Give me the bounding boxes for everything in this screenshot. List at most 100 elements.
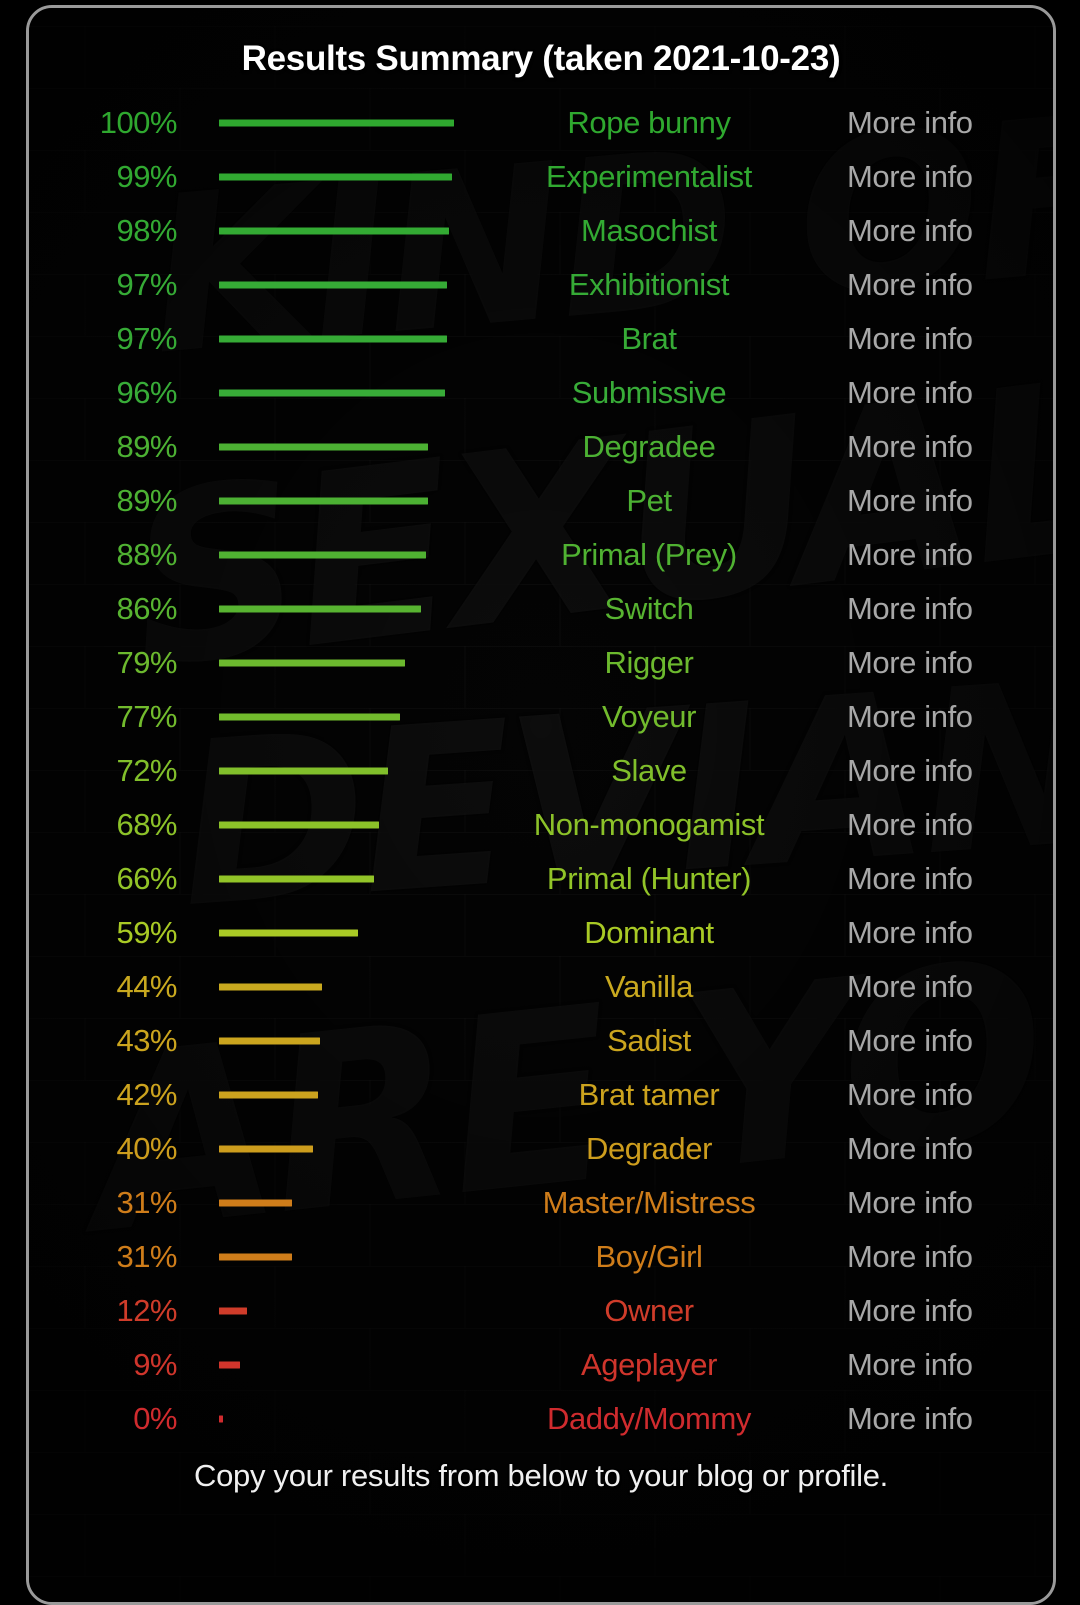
result-bar-fill (219, 929, 358, 937)
more-info-link[interactable]: More info (847, 1077, 1047, 1113)
result-percent: 97% (116, 321, 177, 356)
more-info-link[interactable]: More info (847, 1293, 1047, 1329)
result-percent: 100% (99, 105, 178, 140)
result-percent: 66% (116, 861, 177, 896)
result-percent: 68% (116, 807, 177, 842)
result-label: Brat tamer (578, 1077, 720, 1112)
result-bar-track (219, 1091, 454, 1099)
more-info-link[interactable]: More info (847, 807, 1047, 843)
result-percent: 42% (116, 1077, 177, 1112)
result-bar-fill (219, 983, 322, 991)
result-label: Slave (611, 753, 687, 788)
result-row: 88% Primal (Prey) More info (29, 528, 1053, 582)
result-bar-fill (219, 335, 447, 343)
result-bar-track (219, 173, 454, 181)
result-bar-fill (219, 1037, 320, 1045)
result-bar-track (219, 551, 454, 559)
result-row: 89% Degradee More info (29, 420, 1053, 474)
result-bar-fill (219, 1253, 292, 1261)
result-bar-fill (219, 551, 426, 559)
result-percent: 89% (116, 483, 177, 518)
result-percent: 86% (116, 591, 177, 626)
card-content: Results Summary (taken 2021-10-23) 100% R… (29, 8, 1053, 1494)
result-row: 31% Boy/Girl More info (29, 1230, 1053, 1284)
result-bar-track (219, 335, 454, 343)
result-row: 44% Vanilla More info (29, 960, 1053, 1014)
result-bar-fill (219, 497, 428, 505)
result-bar-fill (219, 1091, 318, 1099)
more-info-link[interactable]: More info (847, 753, 1047, 789)
result-bar-fill (219, 713, 400, 721)
more-info-link[interactable]: More info (847, 375, 1047, 411)
result-bar-track (219, 1199, 454, 1207)
more-info-link[interactable]: More info (847, 1131, 1047, 1167)
more-info-link[interactable]: More info (847, 429, 1047, 465)
result-label: Ageplayer (581, 1347, 717, 1382)
result-row: 97% Exhibitionist More info (29, 258, 1053, 312)
result-percent: 98% (116, 213, 177, 248)
result-bar-track (219, 821, 454, 829)
result-bar-fill (219, 443, 428, 451)
page-title: Results Summary (taken 2021-10-23) (241, 39, 841, 78)
more-info-link[interactable]: More info (847, 483, 1047, 519)
result-bar-track (219, 659, 454, 667)
result-percent: 43% (116, 1023, 177, 1058)
result-label: Degradee (582, 429, 716, 464)
result-bar-track (219, 605, 454, 613)
more-info-link[interactable]: More info (847, 699, 1047, 735)
result-bar-fill (219, 767, 388, 775)
result-row: 12% Owner More info (29, 1284, 1053, 1338)
result-bar-fill (219, 821, 379, 829)
more-info-link[interactable]: More info (847, 861, 1047, 897)
result-bar-track (219, 281, 454, 289)
more-info-link[interactable]: More info (847, 969, 1047, 1005)
result-percent: 31% (116, 1185, 177, 1220)
more-info-link[interactable]: More info (847, 1347, 1047, 1383)
result-percent: 72% (116, 753, 177, 788)
more-info-link[interactable]: More info (847, 105, 1047, 141)
result-row: 31% Master/Mistress More info (29, 1176, 1053, 1230)
result-bar-fill (219, 389, 445, 397)
result-bar-fill (219, 1307, 247, 1315)
result-percent: 44% (116, 969, 177, 1004)
result-row: 68% Non-monogamist More info (29, 798, 1053, 852)
more-info-link[interactable]: More info (847, 645, 1047, 681)
result-label: Primal (Prey) (561, 537, 737, 572)
more-info-link[interactable]: More info (847, 915, 1047, 951)
more-info-link[interactable]: More info (847, 321, 1047, 357)
more-info-link[interactable]: More info (847, 1185, 1047, 1221)
result-label: Rope bunny (567, 105, 731, 140)
result-bar-fill (219, 1145, 313, 1153)
more-info-link[interactable]: More info (847, 159, 1047, 195)
more-info-link[interactable]: More info (847, 213, 1047, 249)
result-label: Daddy/Mommy (546, 1401, 752, 1436)
result-percent: 40% (116, 1131, 177, 1166)
more-info-link[interactable]: More info (847, 537, 1047, 573)
result-label: Boy/Girl (595, 1239, 703, 1274)
result-label: Vanilla (605, 969, 693, 1004)
result-percent: 79% (116, 645, 177, 680)
result-label: Sadist (607, 1023, 691, 1058)
result-percent: 12% (116, 1293, 177, 1328)
result-row: 43% Sadist More info (29, 1014, 1053, 1068)
result-bar-track (219, 983, 454, 991)
more-info-link[interactable]: More info (847, 1401, 1047, 1437)
result-label: Experimentalist (546, 159, 752, 194)
result-bar-fill (219, 281, 447, 289)
result-row: 66% Primal (Hunter) More info (29, 852, 1053, 906)
result-label: Exhibitionist (568, 267, 730, 302)
more-info-link[interactable]: More info (847, 267, 1047, 303)
result-bar-track (219, 389, 454, 397)
more-info-link[interactable]: More info (847, 591, 1047, 627)
result-percent: 99% (116, 159, 177, 194)
more-info-link[interactable]: More info (847, 1023, 1047, 1059)
result-label: Voyeur (601, 699, 697, 734)
result-bar-track (219, 929, 454, 937)
result-bar-fill (219, 173, 452, 181)
result-bar-fill (219, 119, 454, 127)
result-label: Pet (626, 483, 672, 518)
result-label: Owner (604, 1293, 694, 1328)
more-info-link[interactable]: More info (847, 1239, 1047, 1275)
result-bar-track (219, 875, 454, 883)
result-bar-track (219, 119, 454, 127)
